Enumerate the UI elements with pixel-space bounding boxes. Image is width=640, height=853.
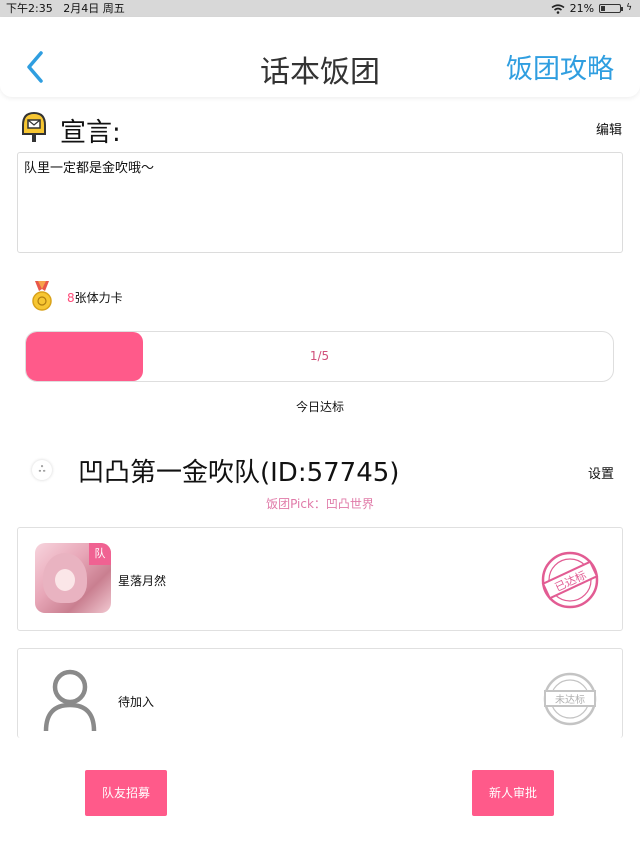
daily-progress-bar: 1/5	[25, 331, 614, 382]
stamina-cards: 8张体力卡	[67, 289, 123, 306]
wifi-icon	[551, 3, 565, 14]
status-bar: 下午2:35 2月4日 周五 21% ϟ	[0, 0, 640, 17]
progress-text: 1/5	[309, 349, 330, 363]
declaration-title: 宣言:	[60, 118, 121, 148]
nav-bar: 话本饭团 饭团攻略	[0, 17, 640, 97]
team-pick: 饭团Pick：凹凸世界	[266, 497, 374, 511]
achieved-stamp-icon: 已达标	[541, 551, 599, 609]
mailbox-icon	[22, 111, 46, 142]
approve-button[interactable]: 新人审批	[472, 770, 554, 816]
charging-icon: ϟ	[626, 3, 632, 13]
status-right: 21% ϟ	[551, 0, 632, 17]
team-icon: ஃ	[32, 460, 52, 480]
edit-declaration-button[interactable]: 编辑	[596, 119, 622, 138]
member-name: 星落月然	[118, 574, 167, 588]
declaration-text: 队里一定都是金吹哦～	[17, 152, 623, 253]
medal-icon	[32, 281, 52, 311]
member-name: 待加入	[118, 695, 155, 709]
progress-caption: 今日达标	[295, 400, 344, 414]
guide-link[interactable]: 饭团攻略	[506, 47, 614, 86]
status-time: 下午2:35	[6, 2, 53, 15]
team-name: 凹凸第一金吹队(ID:57745)	[78, 458, 400, 488]
not-achieved-stamp-icon: 未达标	[543, 672, 597, 726]
battery-icon	[599, 4, 624, 13]
team-settings-button[interactable]: 设置	[588, 463, 614, 482]
battery-percent: 21%	[569, 2, 595, 15]
member-card[interactable]: 待加入 未达标	[17, 648, 623, 738]
recruit-button[interactable]: 队友招募	[85, 770, 167, 816]
status-date: 2月4日 周五	[63, 2, 125, 15]
member-avatar: 队	[35, 543, 111, 613]
member-card[interactable]: 队 星落月然 已达标	[17, 527, 623, 631]
person-placeholder-icon	[43, 669, 97, 732]
status-time-date: 下午2:35 2月4日 周五	[6, 0, 125, 17]
stamina-count: 8	[67, 291, 75, 305]
captain-badge: 队	[89, 543, 111, 565]
not-achieved-stamp-text: 未达标	[555, 694, 585, 706]
stamina-label: 张体力卡	[74, 291, 123, 305]
